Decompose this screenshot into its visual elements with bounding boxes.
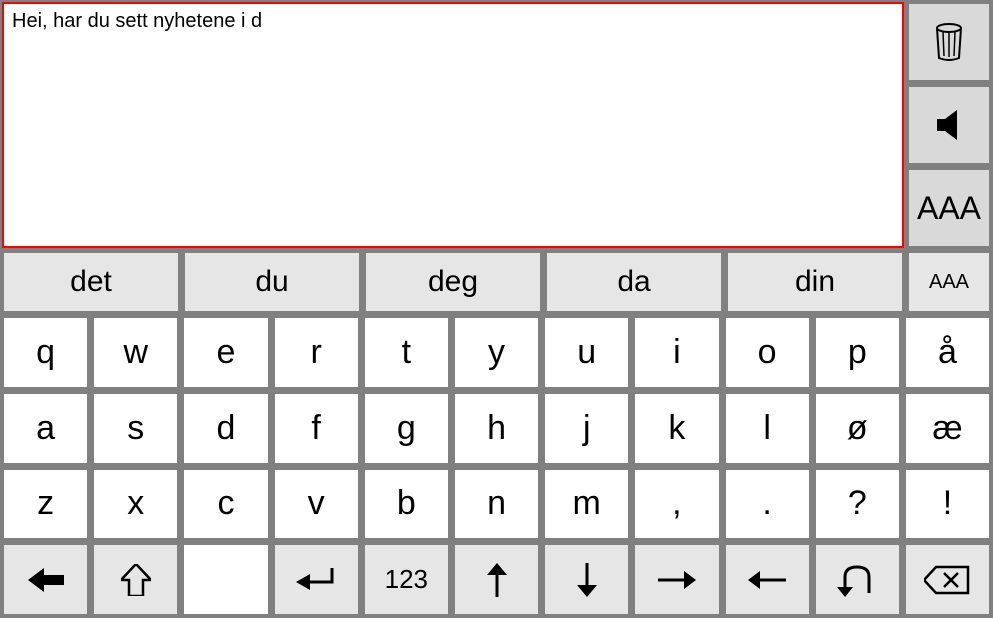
suggestion-5[interactable]: din <box>726 251 904 313</box>
suggestion-4[interactable]: da <box>545 251 723 313</box>
key-l[interactable]: l <box>724 392 811 465</box>
key-period[interactable]: . <box>724 468 811 541</box>
key-enter[interactable] <box>273 543 360 616</box>
key-x[interactable]: x <box>92 468 179 541</box>
text-size-small-button[interactable]: AAA <box>907 251 991 313</box>
key-undo[interactable] <box>814 543 901 616</box>
key-question[interactable]: ? <box>814 468 901 541</box>
key-r[interactable]: r <box>273 316 360 389</box>
key-backspace[interactable] <box>904 543 991 616</box>
key-h[interactable]: h <box>453 392 540 465</box>
key-right[interactable] <box>633 543 720 616</box>
arrow-left-filled-icon <box>4 545 87 614</box>
shift-icon <box>94 545 177 614</box>
key-c[interactable]: c <box>182 468 269 541</box>
arrow-up-icon <box>455 545 538 614</box>
key-d[interactable]: d <box>182 392 269 465</box>
backspace-icon <box>906 545 989 614</box>
key-t[interactable]: t <box>363 316 450 389</box>
key-i[interactable]: i <box>633 316 720 389</box>
key-g[interactable]: g <box>363 392 450 465</box>
key-m[interactable]: m <box>543 468 630 541</box>
key-shift[interactable] <box>92 543 179 616</box>
key-up[interactable] <box>453 543 540 616</box>
key-oslash[interactable]: ø <box>814 392 901 465</box>
key-aring[interactable]: å <box>904 316 991 389</box>
key-exclaim[interactable]: ! <box>904 468 991 541</box>
key-y[interactable]: y <box>453 316 540 389</box>
key-e[interactable]: e <box>182 316 269 389</box>
speaker-icon <box>909 87 989 163</box>
trash-icon <box>909 4 989 80</box>
key-down[interactable] <box>543 543 630 616</box>
key-ae[interactable]: æ <box>904 392 991 465</box>
key-left-black[interactable] <box>2 543 89 616</box>
key-w[interactable]: w <box>92 316 179 389</box>
text-input[interactable]: Hei, har du sett nyhetene i d <box>2 2 904 248</box>
text-size-large-button[interactable]: AAA <box>907 168 991 248</box>
arrow-right-icon <box>635 545 718 614</box>
key-numeric[interactable]: 123 <box>363 543 450 616</box>
key-o[interactable]: o <box>724 316 811 389</box>
suggestion-2[interactable]: du <box>183 251 361 313</box>
key-p[interactable]: p <box>814 316 901 389</box>
arrow-left-icon <box>726 545 809 614</box>
key-f[interactable]: f <box>273 392 360 465</box>
key-z[interactable]: z <box>2 468 89 541</box>
key-q[interactable]: q <box>2 316 89 389</box>
key-left[interactable] <box>724 543 811 616</box>
suggestion-1[interactable]: det <box>2 251 180 313</box>
key-b[interactable]: b <box>363 468 450 541</box>
key-comma[interactable]: , <box>633 468 720 541</box>
key-a[interactable]: a <box>2 392 89 465</box>
key-u[interactable]: u <box>543 316 630 389</box>
key-v[interactable]: v <box>273 468 360 541</box>
suggestion-3[interactable]: deg <box>364 251 542 313</box>
enter-icon <box>275 545 358 614</box>
key-k[interactable]: k <box>633 392 720 465</box>
key-j[interactable]: j <box>543 392 630 465</box>
undo-icon <box>816 545 899 614</box>
key-s[interactable]: s <box>92 392 179 465</box>
key-n[interactable]: n <box>453 468 540 541</box>
speak-button[interactable] <box>907 85 991 165</box>
trash-button[interactable] <box>907 2 991 82</box>
arrow-down-icon <box>545 545 628 614</box>
keyboard: q w e r t y u i o p å a s d f g h j k l … <box>2 316 991 616</box>
key-space[interactable] <box>182 543 269 616</box>
